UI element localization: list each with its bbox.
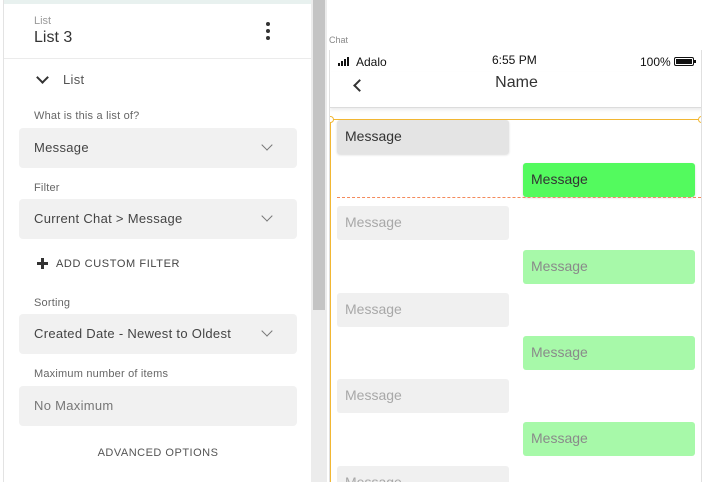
panel-scrollbar-thumb[interactable]	[313, 0, 325, 310]
sorting-value: Created Date - Newest to Oldest	[34, 326, 232, 341]
phone-screen[interactable]: Adalo 6:55 PM 100% Name Message Message Me…	[329, 50, 702, 482]
carrier-name: Adalo	[356, 55, 387, 69]
incoming-message-bubble[interactable]: Message	[337, 120, 509, 154]
filter-dropdown[interactable]: Current Chat > Message	[19, 199, 297, 239]
chevron-down-icon	[261, 139, 273, 151]
chevron-down-icon	[261, 210, 273, 222]
list-of-value: Message	[34, 140, 89, 155]
plus-icon	[37, 258, 48, 269]
list-of-label: What is this a list of?	[34, 110, 140, 122]
signal-bar	[341, 61, 343, 66]
signal-bar	[344, 59, 346, 66]
max-items-placeholder: No Maximum	[34, 398, 114, 413]
signal-bar	[347, 57, 349, 66]
battery-icon	[674, 57, 696, 66]
advanced-options-button[interactable]: ADVANCED OPTIONS	[4, 447, 311, 459]
outgoing-message-bubble[interactable]: Message	[523, 163, 695, 197]
sorting-dropdown[interactable]: Created Date - Newest to Oldest	[19, 314, 297, 354]
app-nav-bar: Name	[330, 72, 701, 108]
incoming-message-bubble[interactable]: Message	[337, 206, 509, 240]
list-of-dropdown[interactable]: Message	[19, 128, 297, 168]
panel-top-strip	[4, 0, 311, 4]
signal-icon	[338, 57, 352, 66]
kebab-dot	[266, 29, 270, 33]
incoming-message-bubble[interactable]: Message	[337, 379, 509, 413]
battery-percent: 100%	[640, 55, 671, 69]
chevron-down-icon	[261, 325, 273, 337]
header-divider	[4, 58, 311, 59]
screen-name-label[interactable]: Chat	[329, 35, 348, 45]
outgoing-message-bubble[interactable]: Message	[523, 336, 695, 370]
sorting-label: Sorting	[34, 297, 71, 309]
section-label: List	[63, 72, 85, 87]
signal-bar	[338, 63, 340, 66]
properties-panel: List List 3 List What is this a list of?…	[3, 0, 311, 482]
component-name[interactable]: List 3	[34, 29, 72, 47]
status-bar: Adalo 6:55 PM 100%	[330, 50, 701, 72]
max-items-label: Maximum number of items	[34, 368, 169, 380]
chevron-down-icon	[36, 71, 49, 84]
filter-value: Current Chat > Message	[34, 211, 183, 226]
add-custom-filter-label: ADD CUSTOM FILTER	[56, 258, 181, 270]
kebab-icon[interactable]	[260, 20, 276, 42]
incoming-message-bubble[interactable]: Message	[337, 466, 509, 482]
kebab-dot	[266, 36, 270, 40]
max-items-input[interactable]: No Maximum	[19, 386, 297, 426]
outgoing-message-bubble[interactable]: Message	[523, 422, 695, 456]
list-item-separator	[337, 197, 701, 198]
component-type-caption: List	[34, 15, 52, 27]
filter-label: Filter	[34, 182, 60, 194]
status-time: 6:55 PM	[492, 53, 537, 67]
message-list[interactable]: Message Message Message Message Message Messa…	[330, 119, 701, 482]
selection-handle[interactable]	[698, 116, 701, 123]
incoming-message-bubble[interactable]: Message	[337, 293, 509, 327]
outgoing-message-bubble[interactable]: Message	[523, 250, 695, 284]
nav-title: Name	[495, 74, 538, 91]
kebab-dot	[266, 22, 270, 26]
